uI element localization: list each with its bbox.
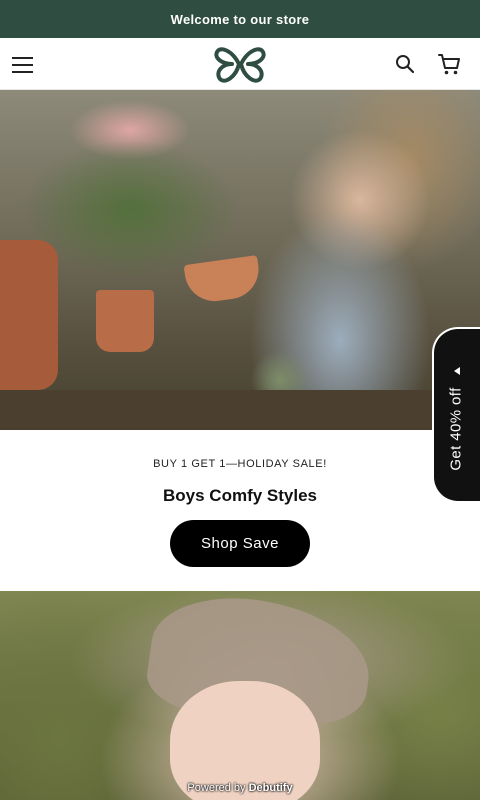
powered-by-credit[interactable]: Powered by Debutify [0, 782, 480, 794]
promo-kicker: BUY 1 GET 1—HOLIDAY SALE! [153, 458, 327, 470]
butterfly-logo-icon[interactable] [212, 44, 268, 84]
hero-image-girl-gardening[interactable] [0, 90, 480, 430]
terracotta-pot [96, 290, 154, 352]
announcement-bar: Welcome to our store [0, 0, 480, 38]
cart-icon[interactable] [436, 51, 462, 77]
hamburger-menu-icon[interactable] [12, 54, 34, 74]
discount-side-tab[interactable]: Get 40% off [432, 327, 480, 503]
terracotta-pot [183, 255, 263, 305]
terracotta-pot [0, 240, 58, 390]
garden-table [0, 390, 480, 430]
promo-title: Boys Comfy Styles [163, 486, 317, 505]
site-header [0, 38, 480, 90]
shop-save-button[interactable]: Shop Save [170, 520, 310, 567]
powered-prefix: Powered by [187, 782, 246, 794]
search-icon[interactable] [393, 52, 417, 76]
hero-image-boy-knit-hat[interactable] [0, 591, 480, 800]
caret-left-icon [454, 367, 460, 375]
announcement-text: Welcome to our store [170, 11, 310, 27]
powered-brand: Debutify [248, 782, 293, 794]
